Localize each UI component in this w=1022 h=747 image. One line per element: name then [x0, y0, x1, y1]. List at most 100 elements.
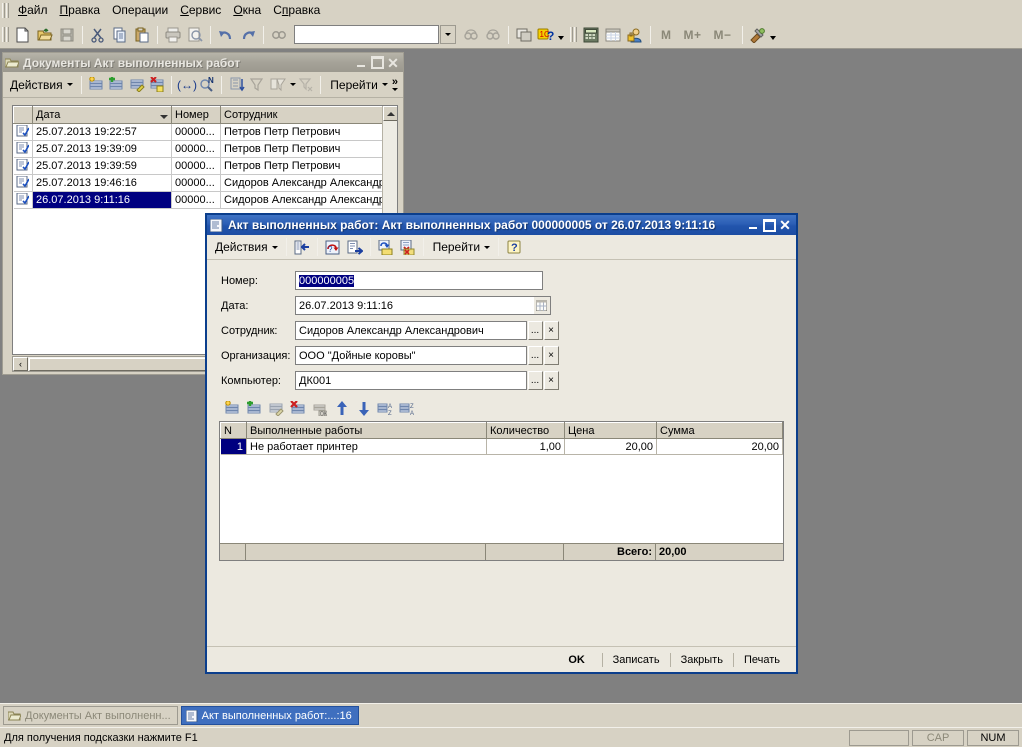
sort-icon[interactable]: [226, 74, 246, 96]
delete-row-icon[interactable]: [287, 397, 309, 419]
find-next-icon[interactable]: [482, 24, 504, 46]
redo-icon[interactable]: [237, 24, 259, 46]
help-icon[interactable]: ?: [503, 236, 525, 258]
date-input[interactable]: 26.07.2013 9:11:16: [295, 296, 534, 315]
search-dropdown-arrow[interactable]: [440, 25, 456, 44]
list-col-icon[interactable]: [13, 106, 33, 124]
works-col-sum[interactable]: Сумма: [656, 422, 783, 439]
scroll-left-button[interactable]: ‹: [13, 357, 28, 371]
open-folder-icon[interactable]: [34, 24, 56, 46]
print-preview-icon[interactable]: [184, 24, 206, 46]
undo-icon[interactable]: [215, 24, 237, 46]
menu-edit[interactable]: Правка: [54, 1, 107, 19]
works-cell-qty[interactable]: 1,00: [486, 438, 565, 455]
edit-record-icon[interactable]: [127, 74, 147, 96]
list-maximize-button[interactable]: [369, 55, 385, 70]
taskbar-item-document-form[interactable]: Акт выполненных работ:...:16: [180, 706, 359, 725]
windows-icon[interactable]: [513, 24, 535, 46]
ok-button[interactable]: OK: [553, 649, 600, 670]
save-button[interactable]: Записать: [604, 649, 668, 670]
table-row[interactable]: 25.07.2013 19:39:09 00000... Петров Петр…: [13, 140, 397, 158]
table-row[interactable]: 25.07.2013 19:22:57 00000... Петров Петр…: [13, 123, 397, 141]
find-by-number-icon[interactable]: N: [197, 74, 217, 96]
move-down-icon[interactable]: [353, 397, 375, 419]
insert-row-icon[interactable]: [243, 397, 265, 419]
toolbar-drag-grip-2[interactable]: [570, 27, 577, 42]
memory-add-button[interactable]: M+: [678, 28, 708, 42]
add-record-icon[interactable]: [86, 74, 106, 96]
doc-close-button[interactable]: ✕: [777, 218, 793, 233]
works-cell-price[interactable]: 20,00: [564, 438, 657, 455]
tools-icon[interactable]: [747, 24, 769, 46]
sort-desc-icon[interactable]: ZA: [397, 397, 419, 419]
filter-by-value-icon[interactable]: [267, 74, 287, 96]
help-dropdown-arrow[interactable]: [558, 35, 564, 40]
reread-icon[interactable]: ?: [322, 236, 344, 258]
add-row-icon[interactable]: [221, 397, 243, 419]
autowidth-icon[interactable]: (↔): [176, 74, 197, 96]
works-col-work[interactable]: Выполненные работы: [246, 422, 487, 439]
close-button[interactable]: Закрыть: [672, 649, 731, 670]
menu-help[interactable]: Справка: [267, 1, 326, 19]
doc-actions-menu[interactable]: Действия: [210, 238, 282, 256]
taskbar-item-document-list[interactable]: Документы Акт выполненн...: [3, 706, 178, 725]
number-input[interactable]: 000000005: [295, 271, 543, 290]
search-input[interactable]: [294, 25, 439, 44]
organization-select-button[interactable]: ...: [527, 346, 543, 365]
post-icon[interactable]: [344, 236, 366, 258]
find-prev-icon[interactable]: [460, 24, 482, 46]
calculator-icon[interactable]: [580, 24, 602, 46]
document-form-window[interactable]: Акт выполненных работ: Акт выполненных р…: [205, 213, 798, 674]
print-icon[interactable]: [162, 24, 184, 46]
organization-clear-button[interactable]: ×: [543, 346, 559, 365]
toolbar-drag-grip[interactable]: [2, 27, 9, 42]
list-toolbar-overflow-button[interactable]: »: [392, 76, 401, 91]
list-close-button[interactable]: ✕: [385, 55, 401, 70]
paste-icon[interactable]: [131, 24, 153, 46]
filter-off-icon[interactable]: [247, 74, 267, 96]
movements-icon[interactable]: [375, 236, 397, 258]
works-cell-work[interactable]: Не работает принтер: [246, 438, 487, 455]
end-edit-icon[interactable]: OK: [309, 397, 331, 419]
post-and-close-icon[interactable]: [291, 236, 313, 258]
print-button[interactable]: Печать: [735, 649, 788, 670]
doc-maximize-button[interactable]: [761, 218, 777, 233]
move-up-icon[interactable]: [331, 397, 353, 419]
copy-icon[interactable]: [109, 24, 131, 46]
works-table[interactable]: N Выполненные работы Количество Цена Сум…: [219, 421, 784, 561]
organization-input[interactable]: ООО "Дойные коровы": [295, 346, 527, 365]
list-window-titlebar[interactable]: Документы Акт выполненных работ ✕: [3, 53, 403, 72]
undo-posting-icon[interactable]: [397, 236, 419, 258]
employee-clear-button[interactable]: ×: [543, 321, 559, 340]
save-icon[interactable]: [56, 24, 78, 46]
computer-input[interactable]: ДК001: [295, 371, 527, 390]
list-col-employee[interactable]: Сотрудник: [220, 106, 397, 124]
list-actions-menu[interactable]: Действия: [5, 76, 77, 94]
cut-icon[interactable]: [87, 24, 109, 46]
delete-record-icon[interactable]: [147, 74, 167, 96]
edit-row-icon[interactable]: [265, 397, 287, 419]
employee-input[interactable]: Сидоров Александр Александрович: [295, 321, 527, 340]
list-minimize-button[interactable]: [353, 55, 369, 70]
doc-minimize-button[interactable]: [745, 218, 761, 233]
menu-file[interactable]: Файл: [12, 1, 54, 19]
memory-recall-button[interactable]: M: [655, 28, 678, 42]
menu-drag-grip[interactable]: [2, 2, 9, 18]
sort-asc-icon[interactable]: AZ: [375, 397, 397, 419]
help-1c-icon[interactable]: 1C?: [535, 24, 557, 46]
filter-clear-icon[interactable]: [296, 74, 316, 96]
calendar-icon[interactable]: [602, 24, 624, 46]
list-col-date[interactable]: Дата: [32, 106, 172, 124]
works-col-n[interactable]: N: [220, 422, 247, 439]
table-row[interactable]: 1 Не работает принтер 1,00 20,00 20,00: [220, 438, 783, 455]
calendar-picker-button[interactable]: [533, 296, 551, 315]
find-icon[interactable]: [268, 24, 290, 46]
works-cell-sum[interactable]: 20,00: [656, 438, 783, 455]
table-row[interactable]: 25.07.2013 19:46:16 00000... Сидоров Але…: [13, 174, 397, 192]
menu-service[interactable]: Сервис: [174, 1, 227, 19]
works-col-price[interactable]: Цена: [564, 422, 657, 439]
new-document-icon[interactable]: [12, 24, 34, 46]
copy-record-icon[interactable]: [106, 74, 126, 96]
user-icon[interactable]: [624, 24, 646, 46]
tools-dropdown-arrow[interactable]: [769, 35, 776, 40]
